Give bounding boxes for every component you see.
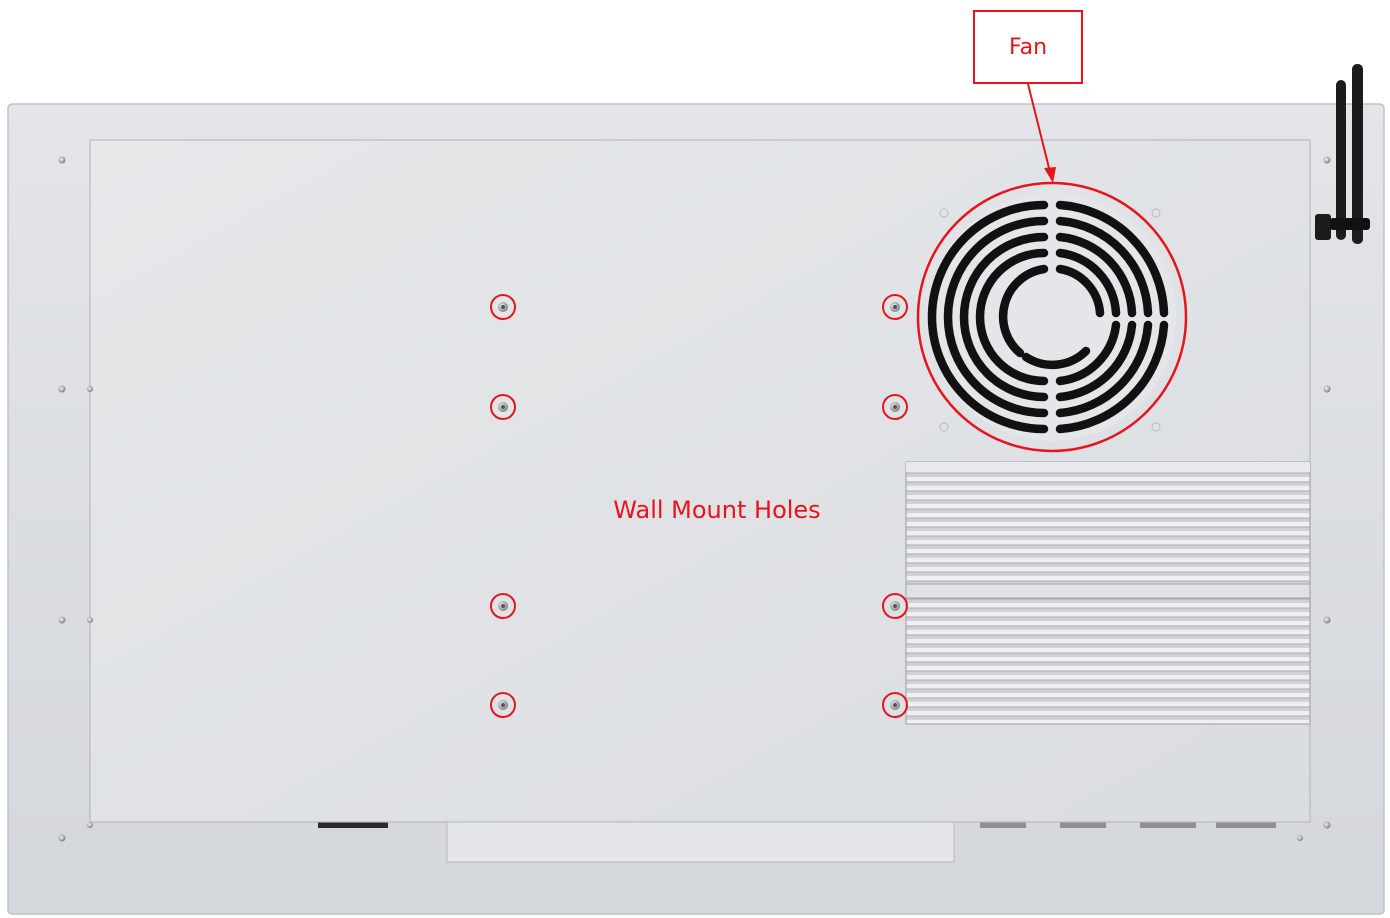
panel-pc-rear-view	[7, 64, 1385, 915]
screw-icon	[58, 385, 66, 393]
wall-mount-holes-label: Wall Mount Holes	[613, 496, 821, 524]
screw-icon	[58, 156, 66, 164]
screw-icon	[1323, 156, 1331, 164]
screw-icon	[87, 617, 93, 623]
screw-icon	[1323, 821, 1331, 829]
screw-icon	[87, 822, 93, 828]
screw-icon	[1297, 835, 1303, 841]
screw-icon	[1323, 616, 1331, 624]
fan-label: Fan	[1008, 34, 1048, 60]
screw-icon	[1323, 385, 1331, 393]
screw-icon	[58, 616, 66, 624]
fan-callout-box: Fan	[973, 10, 1083, 84]
bottom-tab	[446, 817, 955, 863]
fan-grille-icon	[927, 193, 1176, 441]
screw-icon	[58, 834, 66, 842]
heatsink	[905, 461, 1311, 725]
screw-icon	[87, 386, 93, 392]
